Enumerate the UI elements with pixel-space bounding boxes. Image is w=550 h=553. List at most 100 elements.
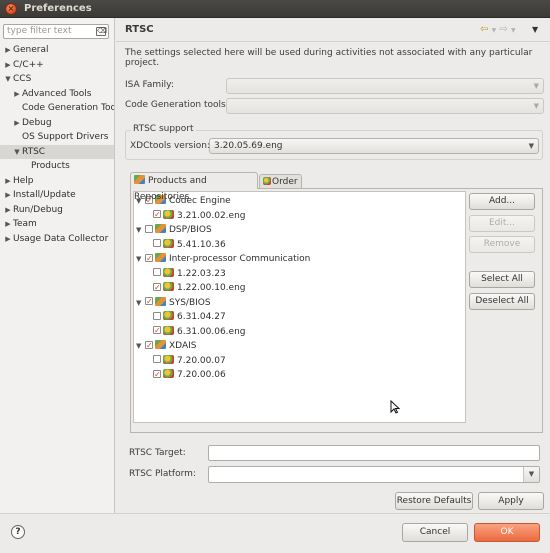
version-checkbox[interactable]	[153, 324, 161, 338]
version-row[interactable]: 6.31.04.27	[152, 310, 226, 324]
sidebar-item[interactable]: ▶ Help	[0, 174, 114, 188]
codegen-combo[interactable]: ▼	[226, 98, 544, 114]
sidebar-item-label: Team	[13, 219, 37, 229]
clear-filter-icon[interactable]: ⌫	[96, 27, 107, 36]
product-tree[interactable]: ▼Codec Engine3.21.00.02.eng▼DSP/BIOS5.41…	[133, 191, 466, 423]
history-nav: ⇦ ▼ ⇨ ▼	[480, 24, 516, 35]
collapsed-arrow-icon[interactable]: ▶	[12, 116, 22, 130]
tab-order[interactable]: Order	[259, 174, 302, 189]
chevron-down-icon[interactable]: ▼	[523, 467, 539, 482]
version-checkbox[interactable]	[153, 281, 161, 295]
remove-button[interactable]: Remove	[469, 236, 535, 253]
version-checkbox[interactable]	[153, 208, 161, 222]
restore-defaults-button[interactable]: Restore Defaults	[395, 492, 473, 510]
expanded-arrow-icon[interactable]: ▼	[136, 252, 144, 266]
close-window-button[interactable]: ×	[5, 3, 17, 15]
product-row[interactable]: ▼ DSP/BIOS	[136, 223, 212, 237]
product-row[interactable]: ▼ XDAIS	[136, 339, 196, 353]
dropdown-back-icon[interactable]: ▼	[492, 27, 497, 34]
version-row[interactable]: 1.22.00.10.eng	[152, 281, 245, 295]
expanded-arrow-icon[interactable]: ▼	[3, 72, 13, 86]
version-checkbox[interactable]	[153, 355, 161, 363]
product-checkbox[interactable]	[145, 295, 153, 309]
help-icon[interactable]: ?	[11, 525, 25, 539]
filter-input[interactable]: type filter text ⌫	[3, 24, 109, 39]
version-checkbox[interactable]	[153, 268, 161, 276]
version-checkbox[interactable]	[153, 368, 161, 382]
sidebar-item[interactable]: Code Generation Tools	[0, 101, 114, 115]
isa-family-label: ISA Family:	[125, 80, 174, 90]
product-name: DSP/BIOS	[169, 225, 212, 235]
product-name: Inter-processor Communication	[169, 254, 311, 264]
sidebar-item[interactable]: Products	[0, 159, 114, 173]
isa-family-combo[interactable]: ▼	[226, 78, 544, 94]
sidebar-item[interactable]: ▶ C/C++	[0, 58, 114, 72]
sidebar-item[interactable]: OS Support Drivers	[0, 130, 114, 144]
dropdown-forward-icon[interactable]: ▼	[511, 27, 516, 34]
version-row[interactable]: 6.31.00.06.eng	[152, 324, 246, 339]
collapsed-arrow-icon[interactable]: ▶	[3, 43, 13, 57]
collapsed-arrow-icon[interactable]: ▶	[3, 174, 13, 188]
sidebar-item[interactable]: ▶ General	[0, 43, 114, 57]
select-all-button[interactable]: Select All	[469, 271, 535, 288]
view-menu-icon[interactable]: ▼	[532, 25, 538, 34]
preference-tree-pane: type filter text ⌫ ▶ General ▶ C/C++ ▼ CCS ▶ Ad…	[0, 18, 115, 513]
version-row[interactable]: 5.41.10.36	[152, 238, 226, 252]
sidebar-item[interactable]: ▶ Install/Update	[0, 188, 114, 202]
version-row[interactable]: 7.20.00.07	[152, 354, 226, 368]
mouse-cursor-icon	[390, 399, 401, 417]
tab-products-and-repositories[interactable]: Products and Repositories	[130, 172, 258, 202]
sidebar-item-label: Run/Debug	[13, 204, 63, 215]
apply-button[interactable]: Apply	[478, 492, 544, 510]
version-label: 7.20.00.06	[177, 370, 226, 380]
forward-icon[interactable]: ⇨	[499, 24, 507, 35]
expanded-arrow-icon[interactable]: ▼	[136, 339, 144, 353]
version-checkbox[interactable]	[153, 239, 161, 247]
version-label: 6.31.00.06.eng	[177, 326, 246, 337]
product-folder-icon	[155, 296, 166, 306]
rtsc-platform-combo[interactable]: ▼	[208, 466, 540, 483]
product-row[interactable]: ▼ SYS/BIOS	[136, 295, 211, 310]
expanded-arrow-icon[interactable]: ▼	[136, 296, 144, 310]
version-row[interactable]: 3.21.00.02.eng	[152, 208, 245, 223]
rtsc-target-label: RTSC Target:	[129, 448, 186, 458]
sidebar-item[interactable]: ▼ RTSC	[0, 144, 114, 159]
expanded-arrow-icon[interactable]: ▼	[136, 223, 144, 237]
product-checkbox[interactable]	[145, 339, 153, 353]
sidebar-item[interactable]: ▶ Team	[0, 217, 114, 231]
product-checkbox[interactable]	[145, 224, 153, 233]
expanded-arrow-icon[interactable]: ▼	[12, 145, 22, 159]
sidebar-item[interactable]: ▼ CCS	[0, 72, 114, 86]
collapsed-arrow-icon[interactable]: ▶	[3, 217, 13, 231]
edit-button[interactable]: Edit...	[469, 215, 535, 232]
sidebar-item[interactable]: ▶ Usage Data Collector	[0, 232, 114, 246]
package-icon	[163, 311, 174, 320]
package-icon	[163, 282, 174, 291]
deselect-all-button[interactable]: Deselect All	[469, 293, 535, 310]
product-row[interactable]: ▼ Inter-processor Communication	[136, 252, 310, 266]
sidebar-item[interactable]: ▶ Debug	[0, 116, 114, 130]
collapsed-arrow-icon[interactable]: ▶	[3, 232, 13, 246]
tab-order-label: Order	[272, 177, 298, 187]
product-checkbox[interactable]	[145, 252, 153, 266]
version-checkbox[interactable]	[153, 311, 161, 320]
cancel-button[interactable]: Cancel	[402, 523, 468, 542]
sidebar-item[interactable]: ▶ Advanced Tools	[0, 87, 114, 101]
xdctools-value: 3.20.05.69.eng	[214, 141, 283, 151]
version-row[interactable]: 7.20.00.06	[152, 368, 226, 382]
collapsed-arrow-icon[interactable]: ▶	[3, 188, 13, 202]
back-icon[interactable]: ⇦	[480, 24, 488, 35]
product-folder-icon	[155, 224, 166, 233]
sidebar-item[interactable]: ▶ Run/Debug	[0, 203, 114, 217]
package-icon	[163, 369, 174, 378]
ok-button[interactable]: OK	[474, 523, 540, 542]
sidebar-item-label: Help	[13, 175, 34, 186]
xdctools-label: XDCtools version:	[130, 141, 210, 151]
rtsc-target-input[interactable]	[208, 445, 540, 461]
collapsed-arrow-icon[interactable]: ▶	[3, 58, 13, 72]
collapsed-arrow-icon[interactable]: ▶	[3, 203, 13, 217]
xdctools-combo[interactable]: 3.20.05.69.eng ▼	[209, 138, 539, 154]
version-row[interactable]: 1.22.03.23	[152, 267, 226, 281]
add-button[interactable]: Add...	[469, 193, 535, 210]
collapsed-arrow-icon[interactable]: ▶	[12, 87, 22, 101]
